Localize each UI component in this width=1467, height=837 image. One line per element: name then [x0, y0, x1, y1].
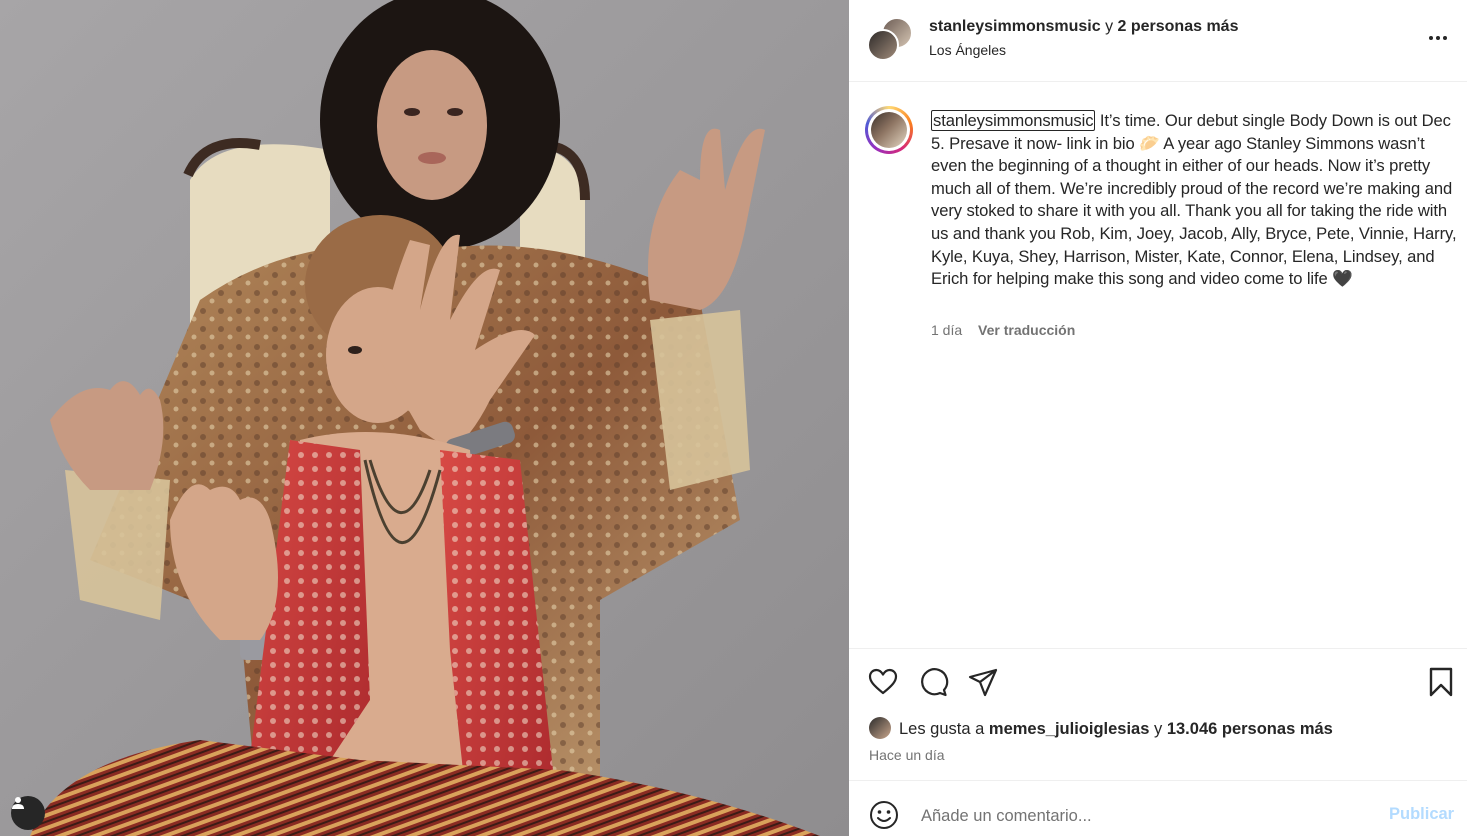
avatar[interactable] — [869, 717, 891, 739]
heart-icon[interactable] — [867, 666, 899, 698]
post-details-panel: stanleysimmonsmusic y 2 personas más Los… — [849, 0, 1467, 836]
authors-joiner: y — [1100, 18, 1118, 35]
post-authors: stanleysimmonsmusic y 2 personas más — [929, 17, 1238, 37]
avatar — [867, 29, 899, 61]
user-tag-button[interactable] — [11, 796, 45, 830]
location-link[interactable]: Los Ángeles — [929, 41, 1006, 59]
post-photo-illustration — [0, 0, 849, 836]
author-username-link[interactable]: stanleysimmonsmusic — [929, 18, 1101, 35]
post-timestamp[interactable]: Hace un día — [869, 747, 945, 763]
post-actions: Les gusta a memes_julioiglesias y 13.046… — [849, 648, 1467, 779]
caption-meta: 1 día Ver traducción — [931, 322, 1075, 338]
liker-username-link[interactable]: memes_julioiglesias — [989, 720, 1150, 738]
emoji: 🥟 — [1139, 133, 1160, 153]
collab-avatars[interactable] — [867, 17, 913, 61]
caption-time: 1 día — [931, 322, 963, 338]
smiley-icon[interactable] — [869, 800, 899, 830]
post-caption: stanleysimmonsmusic It’s time. Our debut… — [931, 110, 1459, 291]
user-tag-icon — [12, 797, 24, 809]
caption-text: A year ago Stanley Simmons wasn’t even t… — [931, 133, 1457, 289]
post-header: stanleysimmonsmusic y 2 personas más Los… — [849, 0, 1467, 82]
likes-count-link[interactable]: 13.046 personas más — [1167, 720, 1333, 738]
more-options-button[interactable] — [1423, 28, 1453, 48]
see-translation-link[interactable]: Ver traducción — [978, 322, 1075, 338]
caption-username-link[interactable]: stanleysimmonsmusic — [931, 110, 1096, 131]
likes-summary: Les gusta a memes_julioiglesias y 13.046… — [899, 720, 1333, 739]
emoji: 🖤 — [1332, 269, 1353, 289]
comment-icon[interactable] — [917, 666, 949, 698]
publish-button[interactable]: Publicar — [1389, 805, 1454, 824]
comment-box: Publicar — [849, 780, 1467, 837]
share-icon[interactable] — [967, 666, 999, 698]
likes-joiner: y — [1149, 720, 1167, 738]
caption-avatar[interactable] — [865, 106, 913, 154]
more-horizontal-icon — [1429, 36, 1447, 40]
bookmark-icon[interactable] — [1425, 666, 1457, 698]
post-photo[interactable] — [0, 0, 849, 836]
collaborators-link[interactable]: 2 personas más — [1118, 18, 1239, 35]
comment-input[interactable] — [919, 799, 1363, 833]
likes-prefix: Les gusta a — [899, 720, 989, 738]
